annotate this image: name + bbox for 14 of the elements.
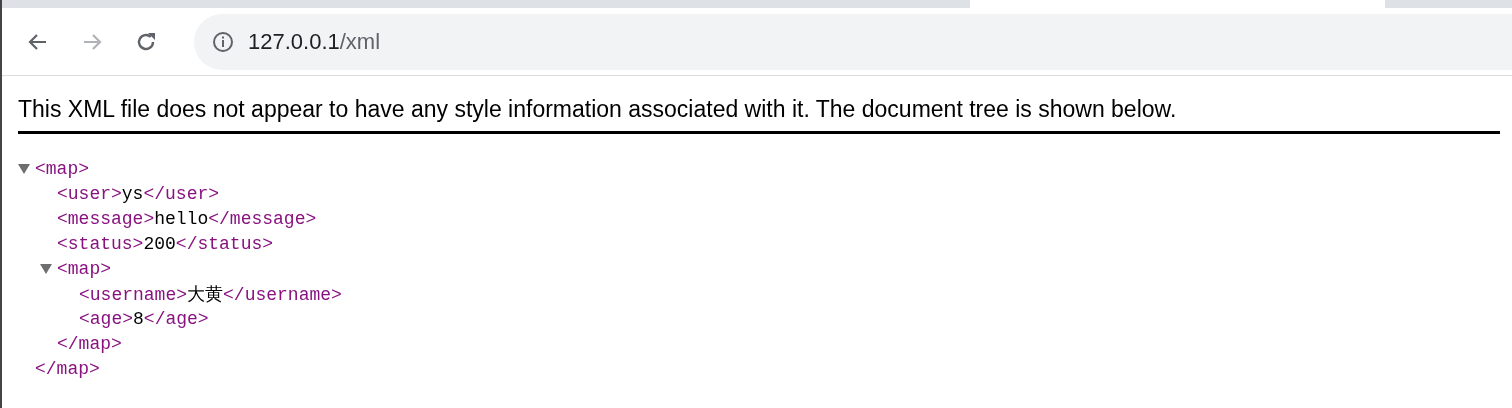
info-message: This XML file does not appear to have any style information associated with it. The document tree is shown below. xyxy=(18,96,1178,123)
xml-line: <username>大黄</username> xyxy=(79,283,342,306)
xml-line: <map> xyxy=(57,258,111,279)
xml-line: </map> xyxy=(35,358,100,379)
xml-line: <message>hello</message> xyxy=(57,208,317,229)
info-icon[interactable] xyxy=(212,30,234,53)
xml-line: <age>8</age> xyxy=(79,308,209,329)
xml-line: </map> xyxy=(57,333,122,354)
collapse-toggle[interactable] xyxy=(18,162,30,175)
xml-line: <status>200</status> xyxy=(57,233,274,254)
xml-line: <map> xyxy=(35,158,89,179)
address-bar[interactable]: 127.0.0.1/xml xyxy=(194,13,1512,70)
collapse-toggle[interactable] xyxy=(40,262,52,275)
xml-line: <user>ys</user> xyxy=(57,183,220,204)
